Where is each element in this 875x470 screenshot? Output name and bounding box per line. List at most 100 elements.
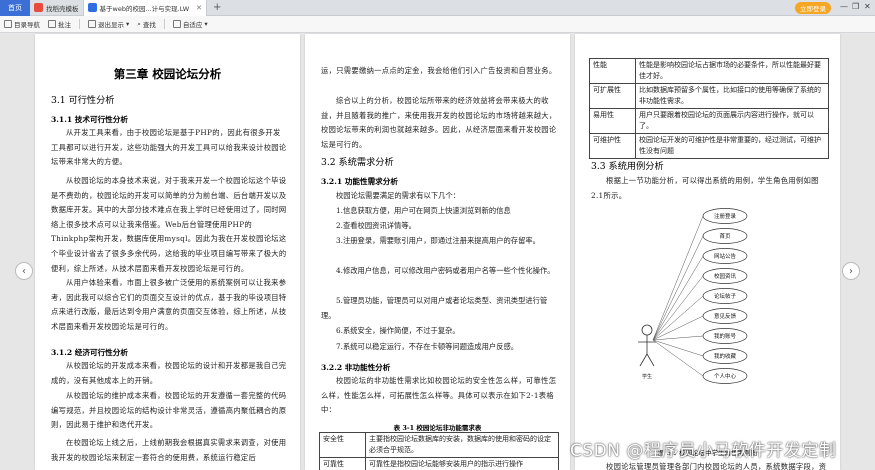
document-page-1: 第三章 校园论坛分析 3.1 可行性分析 3.1.1 技术可行性分析 从开发工具… [35,34,300,470]
paragraph: 从校园论坛的维护成本来看，校园论坛的开发遵循一套完整的代码编写规范，并且校园论坛… [51,391,287,430]
exit-display-label: 退出显示 [98,21,124,29]
use-case-diagram: 学生 注册登录首页网站公告校园资讯论坛帖子意见反馈我的账号我的收藏个人中心 [638,208,748,384]
use-case-label: 个人中心 [714,372,737,380]
section-heading: 3.2 系统需求分析 [321,157,394,168]
table-row: 可维护性 校园论坛开发的可维护性是非常重要的，经过测试，可维护性没有问题 [589,133,829,159]
association-line [652,295,704,341]
table-cell: 校园论坛开发的可维护性是非常重要的，经过测试，可维护性没有问题 [635,133,829,159]
table-cell: 性能是影响校园论坛占据市场的必要条件，所以性能最好要佳才好。 [635,58,829,84]
association-line [652,235,704,341]
tab-label: 基于web的校园...计与实现.LW [99,4,190,13]
association-line [652,215,704,341]
use-case-label: 我的收藏 [714,352,737,360]
association-line [652,339,704,357]
table-cell: 性能 [589,58,636,84]
paragraph: 综合以上的分析，校园论坛所带来的经济效益将会带来极大的收益，并且随着我的推广，来… [321,96,557,149]
subsection-heading: 3.1.2 经济可行性分析 [51,348,128,357]
association-line [652,255,704,341]
find-label: 查找 [142,21,156,29]
table-row: 易用性 用户只要跟着校园论坛的页面展示内容进行操作，就可以了。 [589,108,829,134]
minimize-button[interactable]: — [840,2,848,11]
paragraph: 从用户体验来看，市面上很多被广泛使用的系统案例可以让我来参考，因此我可以综合它们… [51,278,287,331]
table-cell: 用户只要跟着校园论坛的页面展示内容进行操作，就可以了。 [635,108,829,134]
paragraph: 在校园论坛上线之后，上线前期我会根据真实需求来调查，对使用我开发的校园论坛来制定… [51,438,287,462]
table-cell: 可维护性 [589,133,636,159]
fit-icon [172,20,181,28]
table-row: 安全性 主要指校园论坛数据库的安装，数据库的使用和密码的设定必须合乎规范。 [319,432,559,458]
paragraph: 校园论坛需要满足的需求有以下几个： [336,191,461,200]
subsection-heading: 3.1.1 技术可行性分析 [51,115,128,124]
prev-page-button[interactable]: ‹ [15,262,33,280]
search-icon: ⌕ [137,19,141,28]
list-item: 2.查看校园资讯详情等。 [336,221,416,230]
paragraph: 校园论坛管理员管理各部门内校园论坛的人员，系统数据字段，资讯 [606,462,827,470]
chevron-down-icon: ▾ [126,20,130,28]
list-item: 4.修改用户信息，可以修改用户密码或者用户名等一些个性化操作。 [336,266,555,275]
exit-display-button[interactable]: 退出显示 ▾ [88,19,129,29]
close-window-button[interactable]: ✕ [864,2,871,11]
table-row: 可靠性 可靠性是指校园论坛能够安装用户的指示进行操作 [319,457,559,470]
toc-label: 目录导航 [14,21,40,29]
paragraph: 运，只需要缴纳一点点的定金，我会给他们引入广告投资和自营业务。 [321,66,557,75]
divider [163,19,165,29]
table-row: 性能 性能是影响校园论坛占据市场的必要条件，所以性能最好要佳才好。 [589,58,829,84]
toc-icon [4,20,12,28]
use-case-label: 网站公告 [714,252,737,260]
list-item: 5.管理员功能，管理员可以对用户或者论坛类型、资讯类型进行管理。 [321,296,548,320]
paragraph: 从校园论坛的开发成本来看，校园论坛的设计和开发都是我自己完成的，没有其他成本上的… [51,361,287,385]
table-cell: 比如数据库预留多个属性，比如接口的使用等确保了系统的非功能性需求。 [635,83,829,109]
use-case-label: 我的账号 [714,332,737,340]
actor-figure [638,324,656,367]
table-cell: 安全性 [319,432,366,458]
restore-button[interactable]: ❐ [852,2,859,11]
annotate-label: 批注 [58,21,71,29]
watermark: CSDN @程序员小马软件开发定制 [570,441,837,461]
find-button[interactable]: ⌕ 查找 [137,19,156,30]
requirements-table: 安全性 主要指校园论坛数据库的安装，数据库的使用和密码的设定必须合乎规范。 可靠性… [319,432,559,470]
login-button[interactable]: 立即登录 [795,2,831,14]
table-caption: 表 3-1 校园论坛非功能需求表 [393,424,482,432]
tab-document[interactable]: 基于web的校园...计与实现.LW ✕ [83,0,208,16]
list-item: 3.注册登录，需要账引用户，即通过注册来提高用户的存留率。 [336,236,540,245]
table-cell: 主要指校园论坛数据库的安装，数据库的使用和密码的设定必须合乎规范。 [365,432,559,458]
close-tab-icon[interactable]: ✕ [196,4,202,12]
template-icon [34,3,43,12]
paragraph: 从校园论坛的本身技术来说，对于我来开发一个校园论坛这个毕设是不费劲的，校园论坛的… [51,176,287,273]
next-page-button[interactable]: › [842,262,860,280]
annotate-icon [48,20,56,28]
paragraph: 根据上一节功能分析，可以得出系统的用例，学生角色用例如图2.1所示。 [591,176,819,200]
annotate-button[interactable]: 批注 [48,19,71,29]
use-case-label: 论坛帖子 [714,292,737,300]
toc-nav-button[interactable]: 目录导航 [4,19,40,29]
chapter-title: 第三章 校园论坛分析 [113,67,222,81]
tab-bar: 首页 找稻壳模板 基于web的校园...计与实现.LW ✕ + 立即登录 — ❐… [0,0,875,16]
tab-home[interactable]: 首页 [0,0,30,16]
requirements-table-continued: 性能 性能是影响校园论坛占据市场的必要条件，所以性能最好要佳才好。 可扩展性 比如数… [589,58,829,159]
paragraph: 从开发工具来看，由于校园论坛是基于PHP的，因此有很多开发工具都可以进行开发，这… [51,128,287,167]
section-heading: 3.3 系统用例分析 [591,161,664,172]
tab-template[interactable]: 找稻壳模板 [30,0,84,16]
use-case-label: 注册登录 [714,212,737,220]
section-heading: 3.1 可行性分析 [51,95,115,106]
document-page-2: 运，只需要缴纳一点点的定金，我会给他们引入广告投资和自营业务。 综合以上的分析，… [305,34,570,470]
table-cell: 易用性 [589,108,636,134]
table-row: 可扩展性 比如数据库预留多个属性，比如接口的使用等确保了系统的非功能性需求。 [589,83,829,109]
table-cell: 可扩展性 [589,83,636,109]
document-page-3: 性能 性能是影响校园论坛占据市场的必要条件，所以性能最好要佳才好。 可扩展性 比如数… [575,34,840,470]
list-item: 6.系统安全，操作简便，不过于复杂。 [336,326,460,335]
table-cell: 可靠性 [319,457,366,470]
document-icon [87,3,97,12]
use-case-label: 校园资讯 [714,272,737,280]
list-item: 7.系统可以稳定运行，不存在卡顿等问题造成用户反感。 [336,342,519,351]
table-cell: 可靠性是指校园论坛能够安装用户的指示进行操作 [365,457,559,470]
fit-button[interactable]: 自适应 ▾ [172,19,208,29]
actor-label: 学生 [642,373,652,380]
subsection-heading: 3.2.2 非功能性分析 [321,363,391,372]
divider [79,19,80,29]
tab-label: 找稻壳模板 [46,4,79,13]
association-line [652,275,704,341]
list-item: 1.信息获取方便，用户可在网页上快速浏览到新的信息 [336,206,511,215]
add-tab-button[interactable]: + [207,2,227,13]
use-case-label: 意见反馈 [714,312,737,320]
fit-label: 自适应 [182,21,203,29]
